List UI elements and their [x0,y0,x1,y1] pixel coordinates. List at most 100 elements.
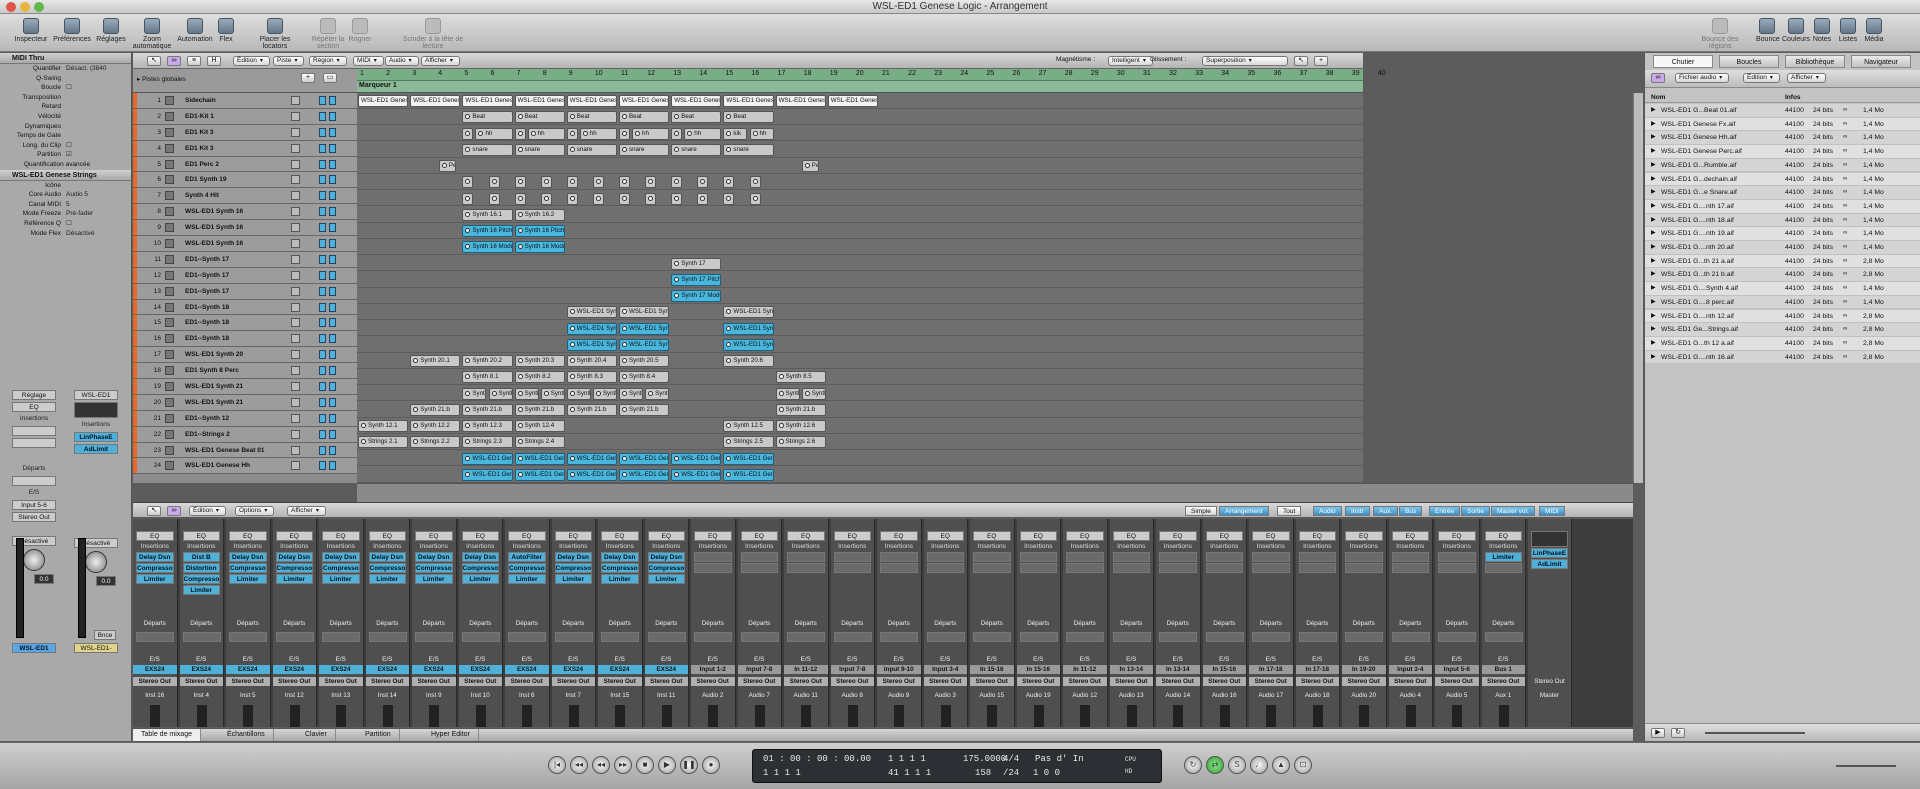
eq-slot[interactable]: EQ [12,402,56,412]
hide-icon[interactable]: H [207,56,221,66]
region[interactable]: Strings 2.6 [775,436,826,449]
track-header[interactable]: 15 ED1--Synth 18 [133,315,357,332]
region[interactable]: Synth 8.4 [619,371,670,384]
input-slot[interactable]: EXS24 [319,665,363,674]
insert-plugin[interactable]: Delay Dsn [461,552,499,562]
insert-slot[interactable] [1019,552,1057,562]
eq-slot[interactable]: EQ [647,531,685,541]
browser-tab[interactable]: Boucles [1719,55,1779,68]
replace-icon[interactable]: ⊡ [1294,756,1312,774]
region[interactable]: Perc [438,160,457,172]
region[interactable]: Synth 20.1 [410,355,461,367]
fader-track[interactable] [708,705,718,727]
send-slot[interactable] [1066,632,1104,642]
insert-plugin[interactable]: Limiter [322,574,360,584]
insert-plugin[interactable]: Delay Dsn [554,552,592,562]
param-value[interactable]: ☐ [66,219,72,229]
input-slot[interactable]: EXS24 [226,665,270,674]
insert-plugin[interactable]: Limiter [1484,552,1522,562]
fader-track[interactable] [1173,705,1183,727]
param-value[interactable]: Désact. (3840 [66,64,106,74]
region[interactable]: WSL-ED1 Genese Beat 01.2 [514,452,565,465]
input-slot[interactable]: In 15-16 [1202,665,1246,674]
region[interactable]: WSL-ED1 Genese Hh.4 [619,468,670,481]
inspector-param[interactable]: Q-Swing [0,74,131,84]
input-slot[interactable]: In 11-12 [784,665,828,674]
track-lane[interactable]: Synth 8.1 Synth 8.2 Synth 8.3 Synth 8.4 Synt… [357,369,1363,386]
region[interactable]: Strings 2.5 [723,436,774,449]
region[interactable]: Synth 20.6 [723,355,774,367]
insert-plugin[interactable]: Limiter [368,574,406,584]
output-slot[interactable]: Stereo Out [1342,677,1386,686]
eq-slot[interactable]: EQ [1438,531,1476,541]
region[interactable]: Beat [462,111,513,124]
toolbar-button[interactable]: Zoom automatique [130,17,174,50]
region[interactable]: WSL-ED1 Genese Sidechain.6 [619,95,670,107]
input-slot[interactable]: Bus 1 [1481,665,1525,674]
output-slot[interactable]: Stereo Out [1388,677,1432,686]
solo-button[interactable] [329,159,336,169]
mute-button[interactable] [291,223,300,233]
file-row[interactable]: ▶ WSL-ED1 G....8 perc.aif 44100 24 bits ∞ 1,4… [1645,295,1920,310]
solo-button[interactable] [329,350,336,360]
mute-button[interactable] [291,302,300,312]
file-row[interactable]: ▶ WSL-ED1 G...Beat 01.aif 44100 24 bits ∞ 1,4… [1645,104,1920,118]
input-slot[interactable]: In 15-16 [970,665,1014,674]
fader-track[interactable] [243,705,253,727]
global-tracks-label[interactable]: ▸ Pistes globales [137,75,186,83]
param-value[interactable]: Audio 5 [66,190,88,200]
bar-ruler[interactable]: 1 2 3 4 5 6 7 8 9 10 11 12 13 14 15 16 17 18 19 20 21 22 23 24 2… [357,69,1386,93]
region[interactable]: hh [527,127,565,140]
region[interactable]: Synth 20.2 [462,355,513,367]
eq-display[interactable] [1531,531,1568,547]
insert-slot[interactable] [694,563,732,573]
track-header[interactable]: 1 Sidechain [133,93,357,109]
insert-plugin[interactable]: AdLimit [1531,559,1568,569]
fader-track[interactable] [1266,705,1276,727]
region[interactable]: WSL-ED1 Genese Sidechain.5 [566,95,617,107]
mute-button[interactable] [291,207,300,217]
insert-plugin[interactable]: Delay Dsn [415,552,453,562]
track-name[interactable]: ED1 Synth 8 Perc [185,363,239,378]
inspector-param[interactable]: Quantifier Désact. (3840 [0,64,131,74]
region[interactable]: kik [671,127,683,140]
region[interactable]: WSL-ED1 Genese Sidechain.2 [410,95,461,107]
fader-track[interactable] [522,705,532,727]
track-lane[interactable]: snare snare snare snare snare snare [357,142,1363,158]
insert-slot[interactable] [1391,563,1429,573]
record-button[interactable] [319,286,326,296]
solo-button[interactable] [329,382,336,392]
output-slot[interactable]: Stereo Out [319,677,363,686]
send-slot[interactable] [322,632,360,642]
name-column[interactable]: Nom [1651,94,1665,101]
output-slot[interactable]: Stereo Out [877,677,921,686]
region[interactable]: WSL-ED1 Synth 18 Pitch (filter) [619,322,670,335]
fader-track[interactable] [475,705,486,727]
track-header[interactable]: 9 WSL-ED1 Synth 16 [133,220,357,237]
record-button[interactable] [319,445,326,455]
fader-track[interactable] [1219,705,1230,727]
track-name[interactable]: WSL-ED1 Synth 16 [185,220,243,235]
output-slot[interactable]: Stereo Out [1109,677,1153,686]
mute-button[interactable] [291,350,300,360]
toolbar-button[interactable]: Réglages [95,17,127,50]
minimize-icon[interactable] [20,2,30,12]
eq-slot[interactable]: EQ [1205,531,1243,541]
fader-track[interactable] [940,705,951,727]
region[interactable]: Synth 17 Pitch (filter) [671,273,722,286]
eq-slot[interactable]: EQ [368,531,406,541]
region[interactable]: Synth 12.3 [462,420,513,432]
zoom-icon[interactable] [34,2,44,12]
track-lane[interactable]: Beat Beat Beat Beat Beat Beat [357,109,1363,126]
param-value[interactable]: ☐ [66,141,72,151]
insert-slot[interactable] [1205,563,1243,573]
insert-plugin[interactable]: Compresso [322,563,360,573]
inspector-param[interactable]: Canal MIDI 5 [0,200,131,210]
output-slot[interactable]: Stereo Out [226,677,270,686]
mixer-filter[interactable]: Aux. [1373,506,1399,516]
region[interactable]: WSL-ED1 Genese Sidechain.1 [358,95,409,107]
track-name[interactable]: ED1 Kit 3 [185,141,214,156]
mixer-filter[interactable]: Master vol. [1491,506,1535,516]
disclosure-icon[interactable]: ▶ [1651,214,1656,228]
browser-menu[interactable]: Afficher [1787,73,1826,83]
